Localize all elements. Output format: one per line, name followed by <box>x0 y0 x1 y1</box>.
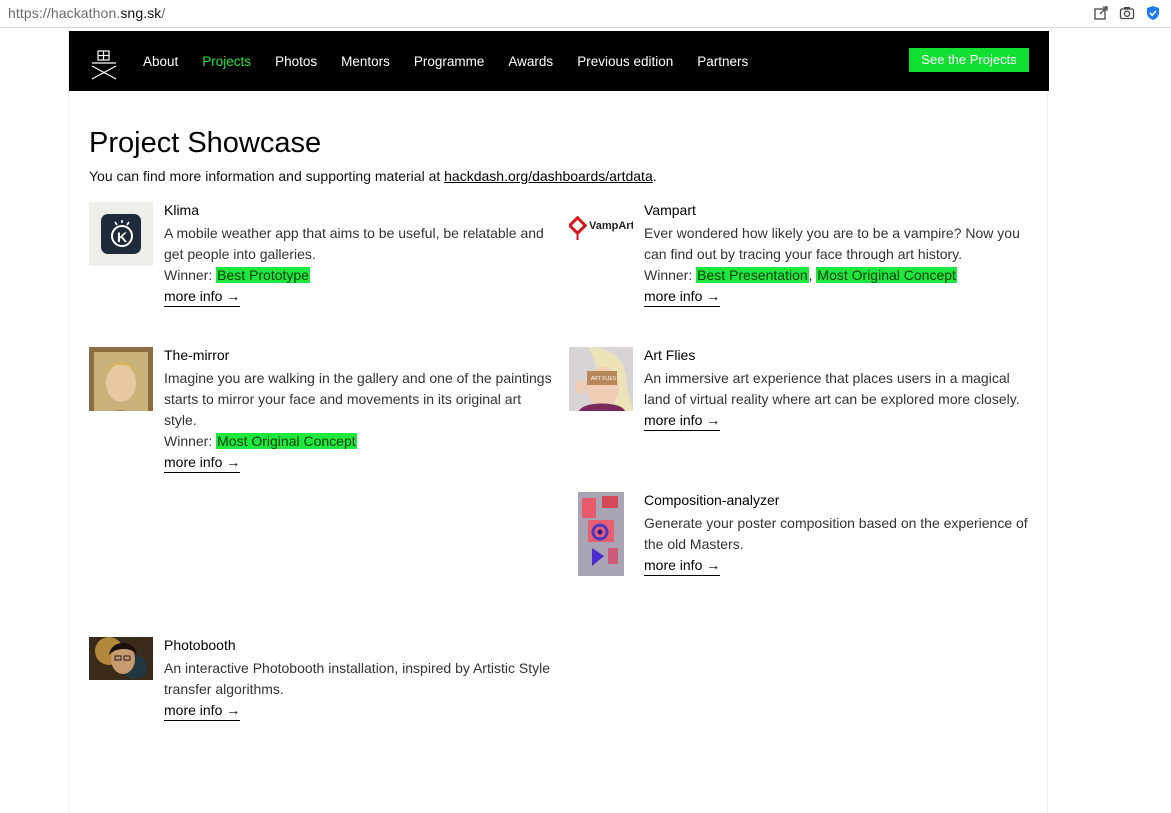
browser-address-bar: https://hackathon.sng.sk/ <box>0 0 1171 28</box>
nav-item-programme[interactable]: Programme <box>414 54 485 69</box>
nav-item-photos[interactable]: Photos <box>275 54 317 69</box>
project-title: Vampart <box>644 202 696 218</box>
project-title: Photobooth <box>164 637 236 653</box>
klima-thumbnail[interactable]: K <box>89 202 153 266</box>
winner-label: Winner: <box>164 433 217 449</box>
the-mirror-thumbnail[interactable] <box>89 347 153 411</box>
winner-label: Winner: <box>164 267 217 283</box>
project-description: An interactive Photobooth installation, … <box>164 660 550 697</box>
project-description: An immersive art experience that places … <box>644 370 1020 407</box>
url-field[interactable]: https://hackathon.sng.sk/ <box>8 5 165 21</box>
more-info-link[interactable]: more info → <box>164 452 241 473</box>
art-flies-headset-text: ART FLIES <box>591 376 617 382</box>
vampart-thumbnail[interactable]: VampArt <box>569 202 633 266</box>
see-projects-button[interactable]: See the Projects <box>909 48 1029 72</box>
project-title: Art Flies <box>644 347 696 363</box>
navbar: About Projects Photos Mentors Programme … <box>69 31 1049 91</box>
project-winner: Winner: Most Original Concept <box>164 431 554 452</box>
url-suffix: / <box>161 5 166 21</box>
nav-item-about[interactable]: About <box>143 54 178 69</box>
url-prefix: https://hackathon. <box>8 5 121 21</box>
share-icon[interactable] <box>1093 5 1109 21</box>
project-description: Imagine you are walking in the gallery a… <box>164 370 552 428</box>
hackathon-logo[interactable] <box>89 49 119 81</box>
more-info-link[interactable]: more info → <box>644 410 721 431</box>
more-info-link[interactable]: more info → <box>164 700 241 721</box>
more-info-link[interactable]: more info → <box>644 286 721 307</box>
project-winner: Winner: Best Presentation, Most Original… <box>644 267 957 283</box>
project-title: Composition-analyzer <box>644 492 780 508</box>
art-flies-thumbnail[interactable]: ART FLIES <box>569 347 633 411</box>
nav-item-previous-edition[interactable]: Previous edition <box>577 54 673 69</box>
camera-icon[interactable] <box>1119 5 1135 21</box>
project-description: Ever wondered how likely you are to be a… <box>644 225 1020 262</box>
page-container: About Projects Photos Mentors Programme … <box>68 31 1049 813</box>
award-badge: Best Presentation <box>696 267 809 283</box>
award-badge: Best Prototype <box>216 267 310 283</box>
project-winner: Winner: Best Prototype <box>164 265 554 286</box>
composition-analyzer-thumbnail[interactable] <box>578 492 624 576</box>
nav-menu: About Projects Photos Mentors Programme … <box>143 31 772 91</box>
award-badge: Most Original Concept <box>216 433 357 449</box>
intro-text: You can find more information and suppor… <box>89 168 657 184</box>
vampart-logo-text: VampArt <box>589 220 633 232</box>
intro-prefix: You can find more information and suppor… <box>89 168 445 184</box>
project-title: Klima <box>164 202 200 218</box>
svg-text:K: K <box>117 229 127 245</box>
page-title: Project Showcase <box>89 127 322 159</box>
photobooth-thumbnail[interactable] <box>89 637 153 680</box>
award-badge: Most Original Concept <box>816 267 957 283</box>
project-title: The-mirror <box>164 347 230 363</box>
more-info-link[interactable]: more info → <box>164 286 241 307</box>
project-description: A mobile weather app that aims to be use… <box>164 225 544 262</box>
hackdash-link[interactable]: hackdash.org/dashboards/artdata <box>444 168 653 184</box>
shield-icon[interactable] <box>1145 5 1161 21</box>
project-description: Generate your poster composition based o… <box>644 515 1028 552</box>
nav-item-awards[interactable]: Awards <box>508 54 553 69</box>
nav-item-projects[interactable]: Projects <box>202 54 251 69</box>
url-host: sng.sk <box>120 5 162 21</box>
winner-label: Winner: <box>644 267 697 283</box>
nav-item-partners[interactable]: Partners <box>697 54 748 69</box>
more-info-link[interactable]: more info → <box>644 555 721 576</box>
intro-suffix: . <box>652 168 657 184</box>
nav-item-mentors[interactable]: Mentors <box>341 54 390 69</box>
